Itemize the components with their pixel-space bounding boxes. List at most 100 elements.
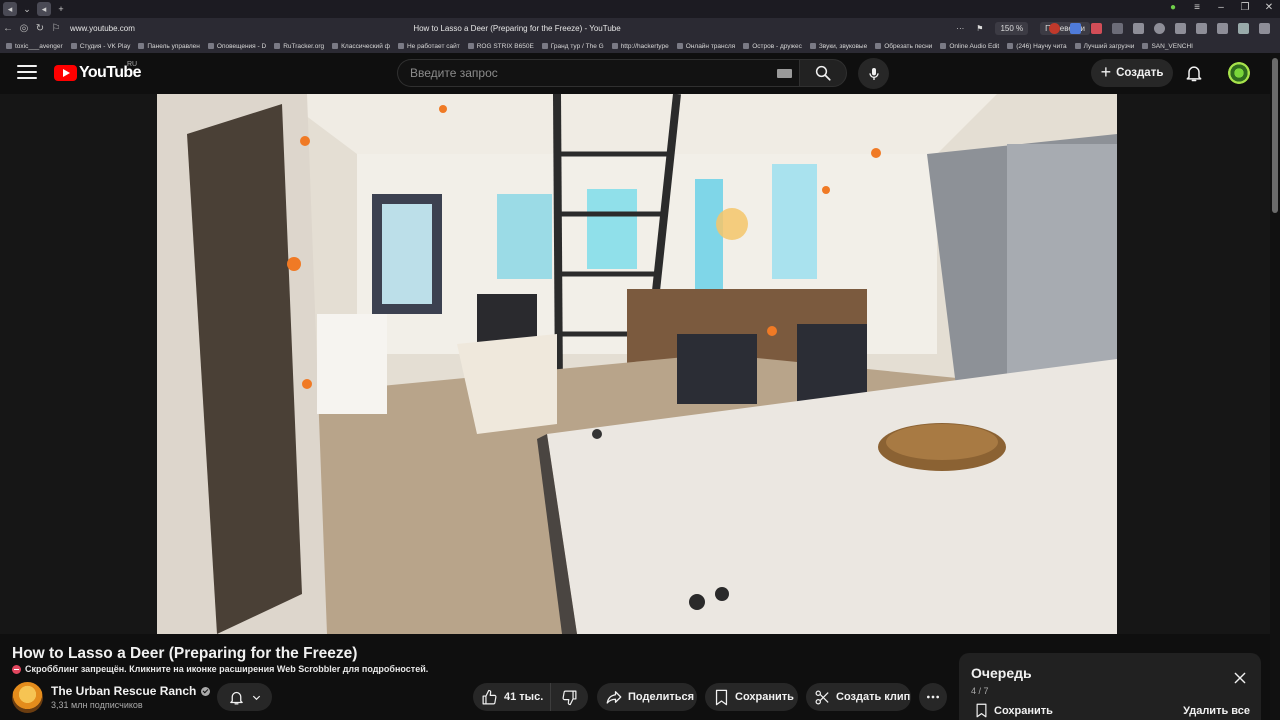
notifications-bell-icon[interactable] [1184,63,1204,83]
sound-icon[interactable]: ◂ [3,2,17,16]
like-button[interactable]: 41 тыс. [473,683,551,711]
window-controls: ● ≡ – ❐ ✕ [1168,2,1274,13]
bookmark-item[interactable]: Online Audio Edit [940,43,999,50]
page-scrollbar-thumb[interactable] [1272,58,1278,213]
user-avatar[interactable] [1228,62,1250,84]
bookmark-favicon-icon [467,43,474,49]
bookmark-icon[interactable]: ⚑ [976,24,983,33]
extension-icon[interactable] [1091,23,1102,34]
search-box [397,59,800,87]
close-icon[interactable] [1233,671,1247,685]
new-tab-icon[interactable]: + [54,2,68,16]
browser-tab-strip: ◂ ⌄ ◂ + ● ≡ – ❐ ✕ [0,0,1280,18]
clip-button[interactable]: Создать клип [806,683,911,711]
bookmark-icon [715,689,728,705]
extension-icon[interactable] [1217,23,1228,34]
voice-search-button[interactable] [858,58,889,89]
hamburger-menu-icon[interactable] [17,65,37,81]
minimize-icon[interactable]: – [1216,2,1226,13]
bookmark-item[interactable]: http://hackertype [611,43,669,50]
tab-list-chevron-icon[interactable]: ⌄ [20,2,34,16]
bookmark-label: SAN_VENCHI [1151,42,1193,50]
ublock-icon[interactable] [1049,23,1060,34]
dislike-button[interactable] [551,683,588,711]
zoom-indicator[interactable]: 150 % [995,22,1029,35]
bookmark-item[interactable]: RuTracker.org [274,43,324,50]
more-dots-icon[interactable]: ··· [956,24,964,33]
youtube-play-icon [54,65,77,81]
bookmark-label: Оповещения - D [216,42,267,50]
channel-avatar[interactable] [12,682,43,713]
close-window-icon[interactable]: ✕ [1264,2,1274,13]
queue-clear-button[interactable]: Удалить все [1183,705,1250,717]
search-button[interactable] [799,59,847,87]
restore-icon[interactable]: ❐ [1240,2,1250,13]
bookmark-label: toxic___avenger [15,42,63,50]
share-arrow-icon [606,691,622,704]
video-frame[interactable] [157,94,1117,634]
bookmark-label: Лучший загрузчи [1083,42,1135,50]
bookmark-item[interactable]: Оповещения - D [207,42,267,50]
subscriber-count: 3,31 млн подписчиков [51,700,143,710]
extension-icon[interactable] [1112,23,1123,34]
bookmark-item[interactable]: Онлайн трансля [676,42,736,50]
verified-badge-icon [201,686,211,696]
video-title: How to Lasso a Deer (Preparing for the F… [12,645,358,662]
bookmark-item[interactable]: Звуки, звуковые [809,42,868,50]
queue-save-button[interactable]: Сохранить [975,703,1053,718]
bookmark-favicon-icon [207,43,214,49]
youtube-logo[interactable]: YouTube RU [54,61,141,82]
microphone-icon [868,67,879,80]
bookmark-item[interactable]: Панель управлен [138,43,200,50]
bookmark-favicon-icon [676,43,683,49]
extension-icon[interactable] [1070,23,1081,34]
channel-name: The Urban Rescue Ranch [51,684,197,698]
extension-icon[interactable] [1238,23,1249,34]
extension-icon[interactable] [1175,23,1186,34]
tab-active[interactable]: ◂ [37,2,51,16]
bookmark-item[interactable]: Не работает сайт [397,43,460,50]
thumbs-down-icon [562,690,577,705]
bookmark-favicon-icon [397,43,404,49]
bookmark-item[interactable]: toxic___avenger [6,43,63,50]
create-button[interactable]: + Создать [1091,59,1173,87]
bookmark-item[interactable]: ROG STRIX B650E [467,43,534,50]
subscribed-notifications-button[interactable] [217,683,272,711]
browser-address-bar: How to Lasso a Deer (Preparing for the F… [0,18,1280,39]
search-input[interactable] [410,66,760,80]
bookmark-favicon-icon [1142,43,1149,49]
bell-icon [229,691,243,705]
bookmark-item[interactable]: Классический ф [332,43,390,50]
menu-icon[interactable]: ≡ [1192,2,1202,13]
extension-icon[interactable] [1196,23,1207,34]
bookmark-item[interactable]: SAN_VENCHI [1142,43,1193,50]
scissors-icon [815,690,829,704]
bookmark-label: Панель управлен [147,42,200,50]
share-button[interactable]: Поделиться [597,683,697,711]
bookmark-favicon-icon [875,43,882,49]
bookmark-label: Гранд тур / The G [550,42,604,50]
bookmark-item[interactable]: Остров - дружес [743,43,802,50]
like-dislike-group: 41 тыс. [473,683,588,711]
bookmark-item[interactable]: Гранд тур / The G [541,42,604,50]
keyboard-icon[interactable] [777,69,792,78]
channel-name-link[interactable]: The Urban Rescue Ranch [51,684,211,698]
extension-icon[interactable] [1133,23,1144,34]
bookmark-item[interactable]: Лучший загрузчи [1074,42,1135,50]
bookmark-label: Звуки, звуковые [818,42,868,50]
bookmark-item[interactable]: (246) Научу чита [1007,43,1067,50]
save-button[interactable]: Сохранить [705,683,798,711]
extension-icon[interactable] [1259,23,1270,34]
bookmark-favicon-icon [743,43,750,49]
video-player [0,94,1270,634]
bookmark-label: Онлайн трансля [685,42,736,50]
queue-save-label: Сохранить [994,704,1053,717]
bookmark-item[interactable]: Обрезать песни [875,43,932,50]
more-actions-button[interactable] [919,683,947,711]
extension-icon[interactable]: ● [1168,2,1178,13]
bookmark-favicon-icon [138,43,145,49]
plus-icon: + [1100,62,1112,82]
video-scene [157,94,1117,634]
bookmark-item[interactable]: Студия - VK Play [70,43,130,50]
extension-icon[interactable] [1154,23,1165,34]
